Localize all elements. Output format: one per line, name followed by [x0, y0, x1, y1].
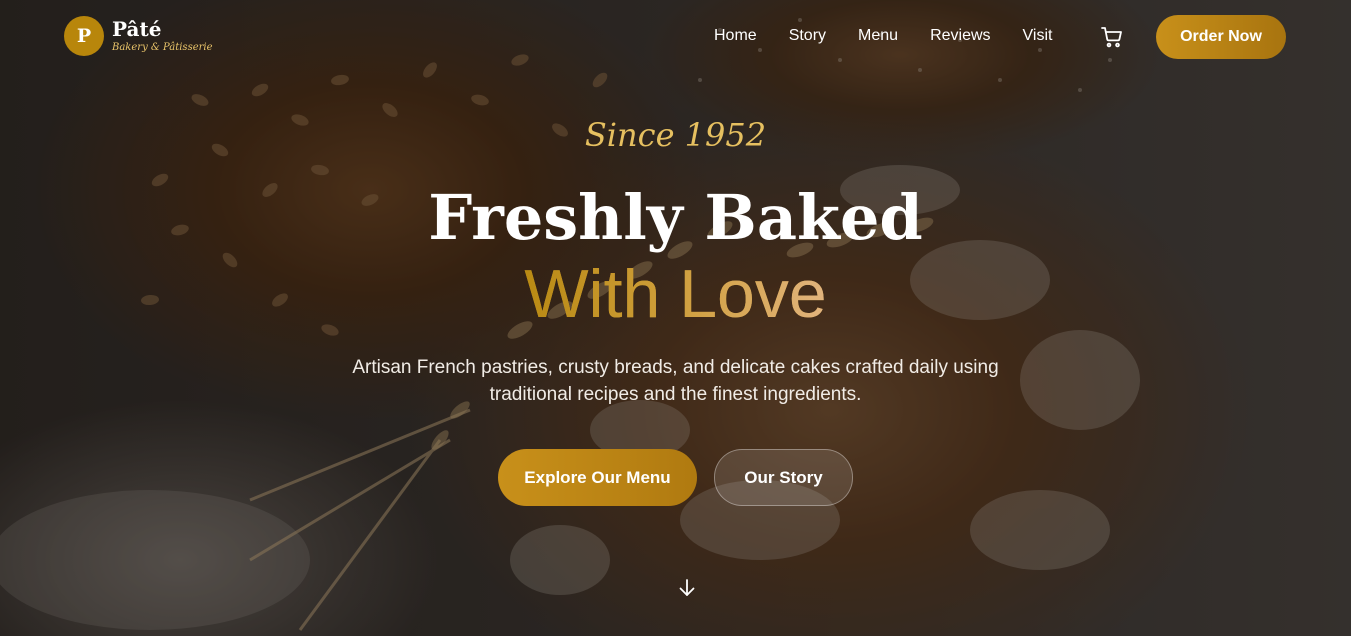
brand-name: Pâté [112, 17, 162, 41]
logo[interactable]: P Pâté Bakery & Pâtisserie [64, 16, 213, 56]
top-navigation: P Pâté Bakery & Pâtisserie Home Story Me… [0, 0, 1351, 74]
nav-links: Home Story Menu Reviews Visit [714, 27, 1084, 45]
hero-subtitle: Artisan French pastries, crusty breads, … [352, 357, 999, 405]
explore-menu-button[interactable]: Explore Our Menu [498, 449, 697, 506]
arrow-down-icon[interactable] [676, 577, 698, 599]
nav-link-reviews[interactable]: Reviews [930, 27, 990, 45]
hero-title-line1: Freshly Baked [428, 181, 923, 254]
since-tagline: Since 1952 [584, 116, 767, 154]
logo-mark: P [64, 16, 104, 56]
nav-link-home[interactable]: Home [714, 27, 757, 45]
shopping-cart-icon[interactable] [1100, 25, 1124, 49]
nav-link-story[interactable]: Story [789, 27, 826, 45]
logo-text: Pâté Bakery & Pâtisserie [112, 18, 213, 54]
order-now-button[interactable]: Order Now [1156, 15, 1286, 59]
hero-section: P Pâté Bakery & Pâtisserie Home Story Me… [0, 0, 1351, 636]
nav-link-visit[interactable]: Visit [1023, 27, 1053, 45]
hero-title-line2: With Love [0, 254, 1351, 334]
hero-title-line2-text: With Love [524, 256, 827, 332]
our-story-button[interactable]: Our Story [714, 449, 853, 506]
brand-tagline: Bakery & Pâtisserie [112, 42, 213, 53]
nav-link-menu[interactable]: Menu [858, 27, 898, 45]
